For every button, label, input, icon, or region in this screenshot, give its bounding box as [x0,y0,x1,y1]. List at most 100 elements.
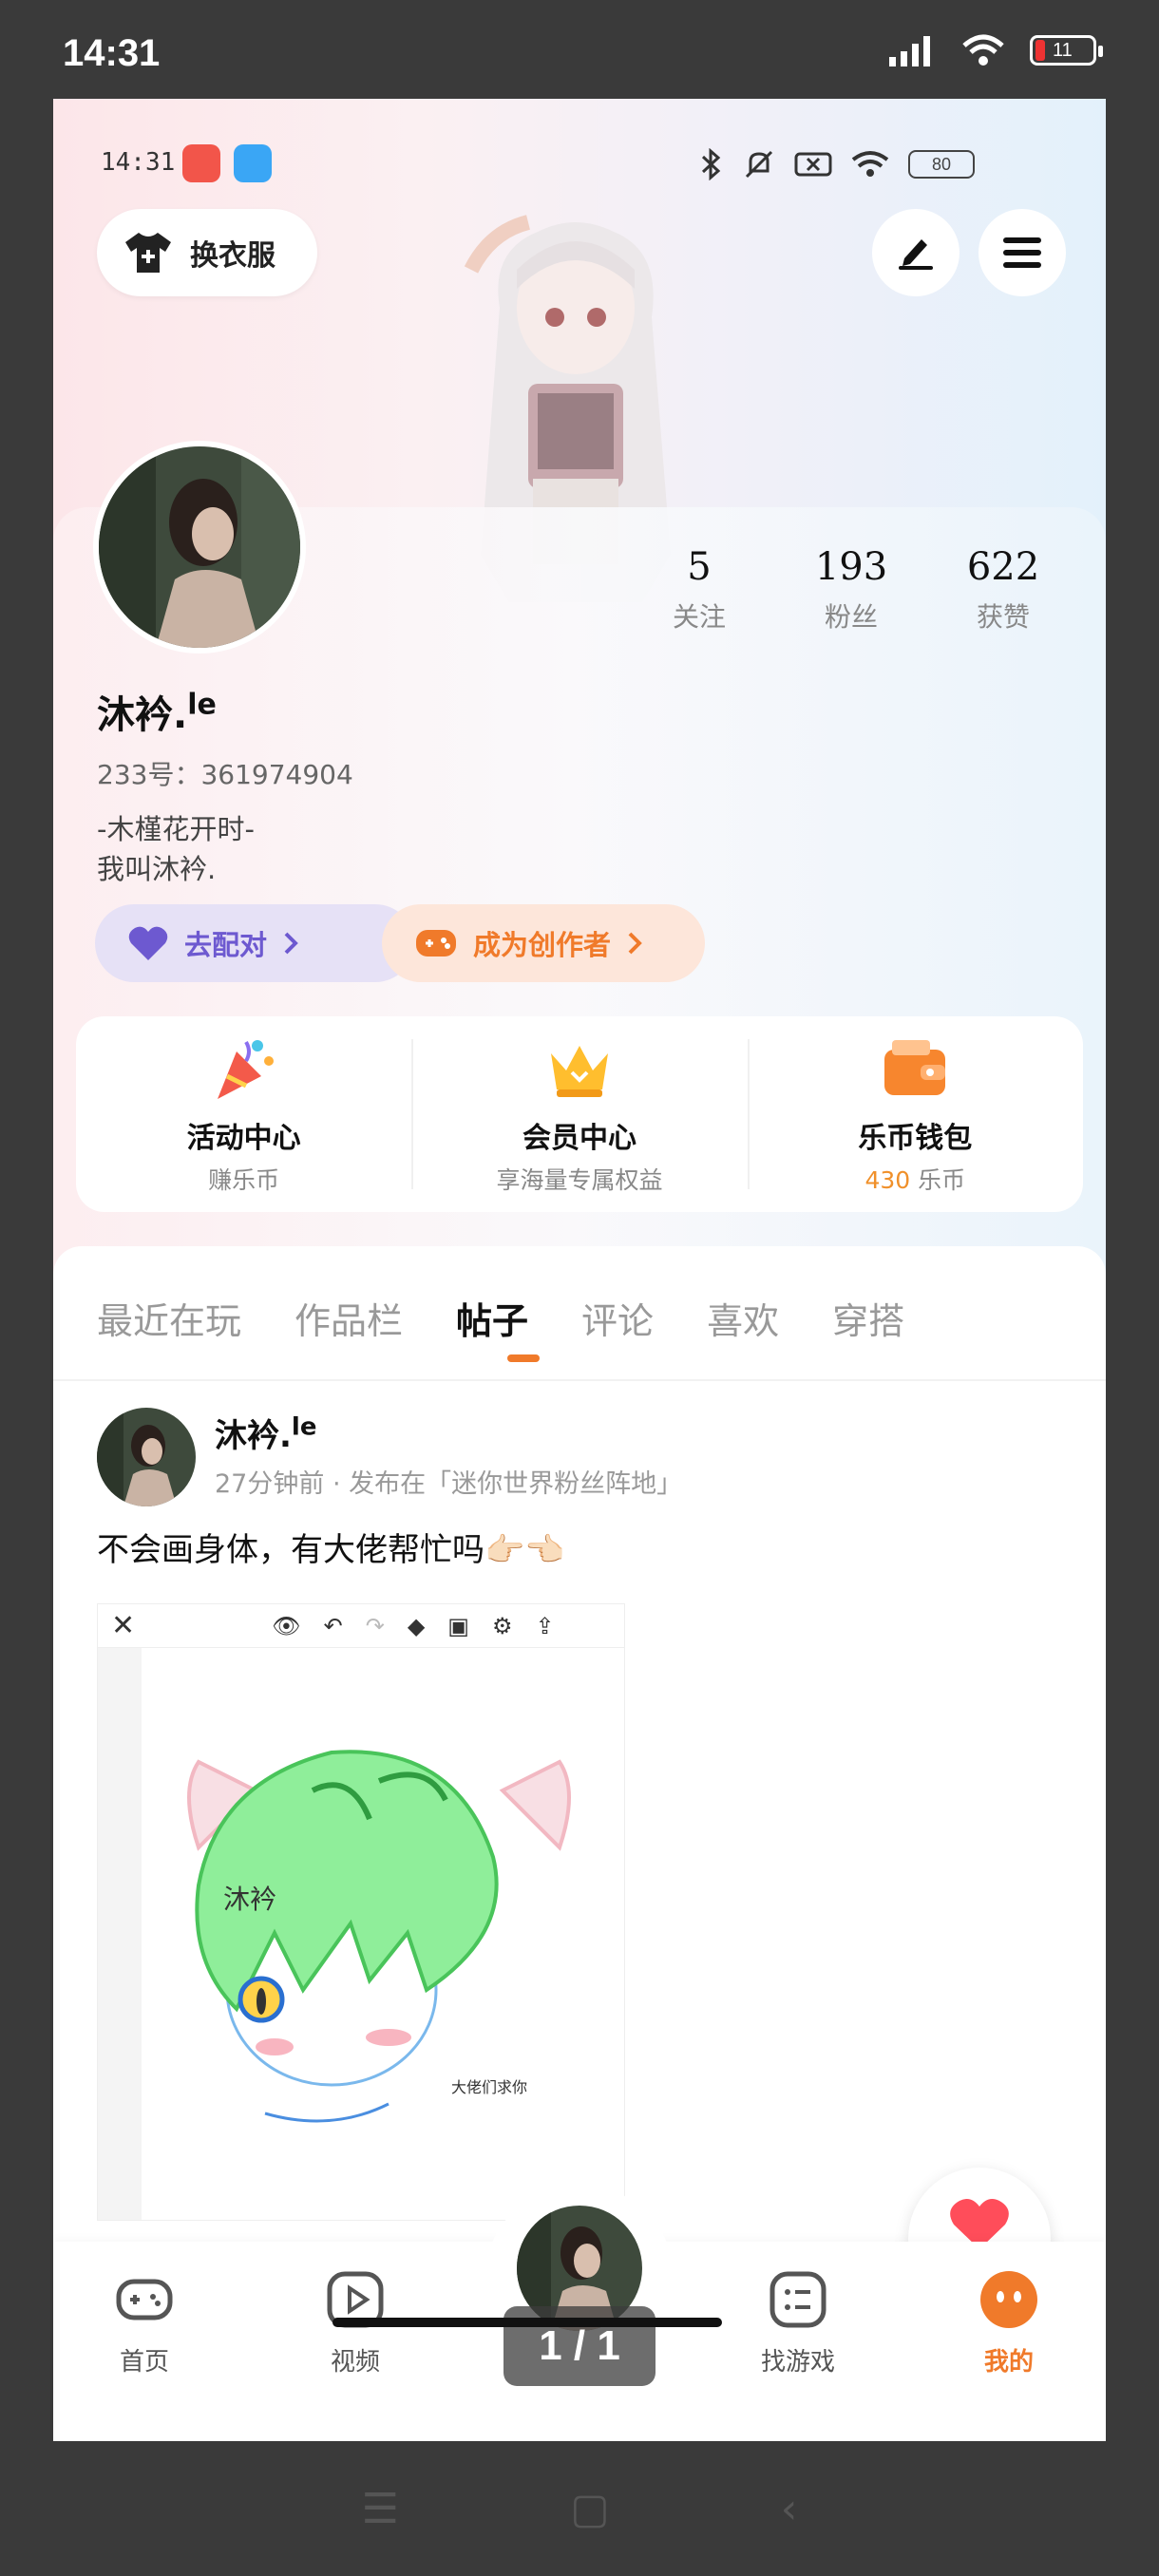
vip-center-subtitle: 享海量专属权益 [496,1166,663,1194]
no-sim-icon [794,152,832,177]
likes-label: 获赞 [976,601,1030,633]
nav-find-games-label: 找游戏 [760,2348,835,2377]
inner-battery-icon: 80 [908,150,975,179]
system-status-bar: 14:31 11 [0,0,1159,104]
menu-icon [1003,237,1041,268]
nav-home-label: 首页 [119,2348,169,2377]
back-icon[interactable]: ‹ [781,2485,798,2533]
artwork-note-text: 大佬们求你 [451,2078,527,2096]
coin-wallet-subtitle: 430 乐币 [864,1166,966,1194]
nav-video-label: 视频 [330,2348,380,2377]
inner-system-icons: 80 [699,148,975,180]
nav-home[interactable]: 首页 [78,2268,211,2377]
home-indicator[interactable] [332,2318,722,2327]
gear-icon: ⚙ [491,1612,513,1639]
nav-me[interactable]: 我的 [942,2268,1075,2377]
followers-stat[interactable]: 193 粉丝 [775,545,927,635]
change-outfit-label: 换衣服 [190,239,276,273]
post-author-name[interactable]: 沐衿.le [215,1410,316,1456]
following-count: 5 [687,545,712,589]
post-meta: 27分钟前 · 发布在「迷你世界粉丝阵地」 [215,1469,683,1499]
followers-count: 193 [814,545,888,589]
inner-status-bar: 14:31 80 [101,144,1051,186]
drawing-artwork: 沐衿 大佬们求你 [187,1750,571,2123]
tab-recently-played[interactable]: 最近在玩 [97,1292,241,1344]
gamepad-icon [116,2279,173,2320]
chevron-right-icon [284,932,298,955]
inner-clock: 14:31 [101,148,176,177]
nav-me-label: 我的 [983,2348,1034,2377]
app-badge-icon [182,144,220,182]
change-outfit-button[interactable]: 换衣服 [97,209,317,296]
wallet-icon [884,1040,946,1095]
close-icon: ✕ [111,1609,136,1642]
chevron-right-icon [628,932,642,955]
inner-wifi-icon [851,151,889,177]
event-center-subtitle: 赚乐币 [208,1166,280,1194]
recents-icon[interactable]: ☰ [362,2485,399,2533]
vip-center-title: 会员中心 [522,1122,636,1155]
following-label: 关注 [672,601,726,633]
drawing-app-toolbar: ✕ 👁 ↶ ↷ ◆ ▣ ⚙ ⇪ [98,1604,624,1648]
followers-label: 粉丝 [824,601,878,633]
tab-outfits[interactable]: 穿搭 [832,1292,904,1344]
profile-nickname: 沐衿.le [97,688,217,737]
chat-app-icon [234,144,272,182]
nav-find-games[interactable]: 找游戏 [732,2268,864,2377]
system-icons: 11 [887,34,1103,66]
coin-wallet-title: 乐币钱包 [858,1122,973,1155]
share-icon: ⇪ [535,1612,555,1639]
profile-tabs: 最近在玩 作品栏 帖子 评论 喜欢 穿搭 [97,1292,904,1344]
post-text: 不会画身体，有大佬帮忙吗👉🏻👈🏻 [97,1531,565,1569]
edit-profile-button[interactable] [872,209,960,296]
tab-comments[interactable]: 评论 [581,1292,654,1344]
become-creator-label: 成为创作者 [473,929,612,961]
quick-access-panel: 活动中心 赚乐币 会员中心 享海量专属权益 乐币钱包 430 乐币 [76,1016,1083,1212]
profile-uid: 233号：361974904 [97,759,353,790]
undo-icon: ↶ [323,1612,343,1639]
home-icon[interactable]: ▢ [570,2485,610,2533]
coin-wallet-entry[interactable]: 乐币钱包 430 乐币 [747,1016,1083,1212]
profile-face-icon [980,2271,1037,2328]
tabs-divider [53,1379,1106,1381]
eye-icon: 👁 [272,1612,301,1639]
avatar-photo [99,446,300,648]
post-author-avatar[interactable] [97,1408,196,1506]
avatar-photo [97,1408,196,1506]
profile-avatar[interactable] [93,441,306,653]
following-stat[interactable]: 5 关注 [623,545,775,635]
tab-works[interactable]: 作品栏 [294,1292,403,1344]
become-creator-button[interactable]: 成为创作者 [382,904,705,982]
event-center-entry[interactable]: 活动中心 赚乐币 [76,1016,411,1212]
tab-likes[interactable]: 喜欢 [707,1292,779,1344]
system-clock: 14:31 [63,32,161,74]
party-popper-icon [217,1040,274,1099]
coin-balance: 430 [864,1166,911,1194]
battery-icon: 11 [1030,35,1103,66]
redo-icon: ↷ [365,1612,385,1639]
list-icon [770,2271,826,2328]
event-center-title: 活动中心 [186,1122,301,1155]
mute-icon [745,150,773,179]
likes-stat[interactable]: 622 获赞 [927,545,1079,635]
folder-icon: ▣ [447,1612,469,1639]
vip-center-entry[interactable]: 会员中心 享海量专属权益 [411,1016,747,1212]
gamepad-icon [416,930,456,957]
wifi-icon [962,34,1004,66]
app-screen: 14:31 80 换衣服 5 关注 193 粉丝 622 获赞 沐衿.le 23… [53,99,1106,2441]
artwork-name-text: 沐衿 [223,1884,276,1915]
bluetooth-icon [701,148,721,180]
heart-icon [128,926,168,960]
profile-bio: -木槿花开时- 我叫沐衿. [97,813,255,885]
crown-icon [550,1046,608,1097]
menu-button[interactable] [978,209,1066,296]
pair-button[interactable]: 去配对 [95,904,414,982]
signal-icon [889,36,930,66]
post-image[interactable]: ✕ 👁 ↶ ↷ ◆ ▣ ⚙ ⇪ 沐衿 大佬们求你 [97,1603,625,2221]
drawing-app-sidebar [98,1648,142,2220]
active-tab-indicator [507,1354,540,1362]
layers-icon: ◆ [407,1612,426,1639]
shirt-icon [125,233,171,273]
tab-posts[interactable]: 帖子 [456,1292,528,1344]
likes-count: 622 [966,545,1040,589]
